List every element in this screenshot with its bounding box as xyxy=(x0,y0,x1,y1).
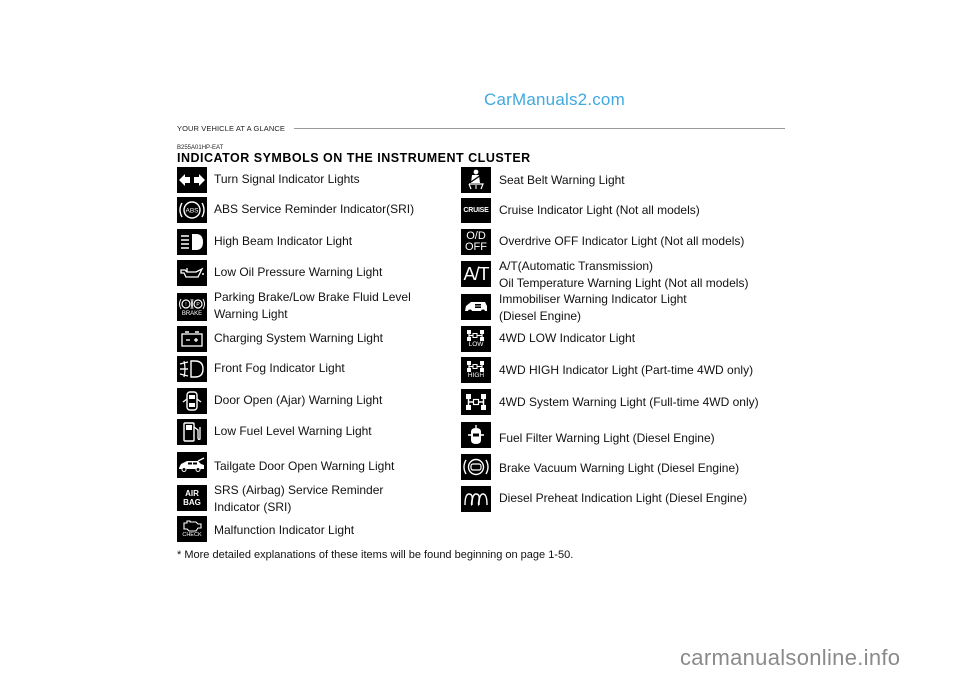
label: Turn Signal Indicator Lights xyxy=(214,172,360,186)
brake-icon-text: BRAKE xyxy=(181,310,203,317)
label: High Beam Indicator Light xyxy=(214,234,353,248)
fuel-pump-icon xyxy=(177,419,207,445)
diesel-preheat-icon xyxy=(461,486,491,512)
label: Brake Vacuum Warning Light (Diesel Engin… xyxy=(499,461,740,475)
label: Front Fog Indicator Light xyxy=(214,361,345,375)
check-engine-icon: CHECK xyxy=(177,516,207,542)
label-line-2: Indicator (SRI) xyxy=(214,500,292,514)
battery-icon xyxy=(177,326,207,352)
label: 4WD System Warning Light (Full-time 4WD … xyxy=(499,395,759,409)
4wd-system-icon xyxy=(461,389,491,415)
tailgate-icon xyxy=(177,452,207,478)
label: Diesel Preheat Indication Light (Diesel … xyxy=(499,491,748,505)
svg-text:!: ! xyxy=(185,302,186,308)
label: Cruise Indicator Light (Not all models) xyxy=(499,203,700,217)
immobiliser-icon xyxy=(461,294,491,320)
label: Seat Belt Warning Light xyxy=(499,173,625,187)
label-line-2: Warning Light xyxy=(214,307,288,321)
high-beam-icon xyxy=(177,229,207,255)
label-line-2: Oil Temperature Warning Light (Not all m… xyxy=(499,276,749,290)
label: 4WD LOW Indicator Light xyxy=(499,331,636,345)
4wd-low-icon-text: LOW xyxy=(468,341,484,349)
airbag-icon-text-1: AIR xyxy=(185,488,199,498)
label: 4WD HIGH Indicator Light (Part-time 4WD … xyxy=(499,363,754,377)
watermark-carmanualsonline: carmanualsonline.info xyxy=(680,645,901,670)
label: Door Open (Ajar) Warning Light xyxy=(214,393,383,407)
page-title: INDICATOR SYMBOLS ON THE INSTRUMENT CLUS… xyxy=(177,151,531,165)
section-header: YOUR VEHICLE AT A GLANCE xyxy=(177,124,285,133)
cruise-icon-text: CRUISE xyxy=(463,207,489,214)
footnote: * More detailed explanations of these it… xyxy=(177,549,574,561)
front-fog-icon xyxy=(177,356,207,382)
od-icon-text-2: OFF xyxy=(465,241,487,253)
label-line-1: Immobiliser Warning Indicator Light xyxy=(499,292,687,306)
label: Charging System Warning Light xyxy=(214,331,383,345)
label-line-2: (Diesel Engine) xyxy=(499,309,582,323)
header-rule xyxy=(294,128,785,129)
turn-signal-icon xyxy=(177,167,207,193)
label-line-1: Parking Brake/Low Brake Fluid Level xyxy=(214,290,411,304)
label: Fuel Filter Warning Light (Diesel Engine… xyxy=(499,431,715,445)
overdrive-off-icon: O/D OFF xyxy=(461,229,491,255)
4wd-high-icon: HIGH xyxy=(461,357,491,383)
door-open-icon xyxy=(177,388,207,414)
label-line-1: SRS (Airbag) Service Reminder xyxy=(214,483,384,497)
at-temp-icon: A/T xyxy=(461,261,491,287)
abs-icon-text: ABS xyxy=(185,208,199,215)
4wd-low-icon: LOW xyxy=(461,326,491,352)
fuel-filter-icon xyxy=(461,422,491,448)
brake-vacuum-icon xyxy=(461,454,491,480)
abs-icon: ABS xyxy=(177,197,207,223)
label: Low Fuel Level Warning Light xyxy=(214,424,372,438)
label: Malfunction Indicator Light xyxy=(214,523,355,537)
oil-pressure-icon xyxy=(177,260,207,286)
parking-brake-icon: ! P BRAKE xyxy=(177,293,207,321)
seat-belt-icon xyxy=(461,167,491,193)
check-icon-text: CHECK xyxy=(182,531,202,538)
label: Tailgate Door Open Warning Light xyxy=(214,459,395,473)
label-line-1: A/T(Automatic Transmission) xyxy=(499,259,654,273)
watermark-carmanuals2: CarManuals2.com xyxy=(484,90,625,109)
label: ABS Service Reminder Indicator(SRI) xyxy=(214,202,415,216)
at-icon-text: A/T xyxy=(463,264,489,284)
airbag-icon: AIR BAG xyxy=(177,485,207,511)
label: Overdrive OFF Indicator Light (Not all m… xyxy=(499,234,745,248)
cruise-icon: CRUISE xyxy=(461,198,491,223)
label: Low Oil Pressure Warning Light xyxy=(214,265,383,279)
4wd-high-icon-text: HIGH xyxy=(467,372,485,380)
airbag-icon-text-2: BAG xyxy=(183,497,201,507)
